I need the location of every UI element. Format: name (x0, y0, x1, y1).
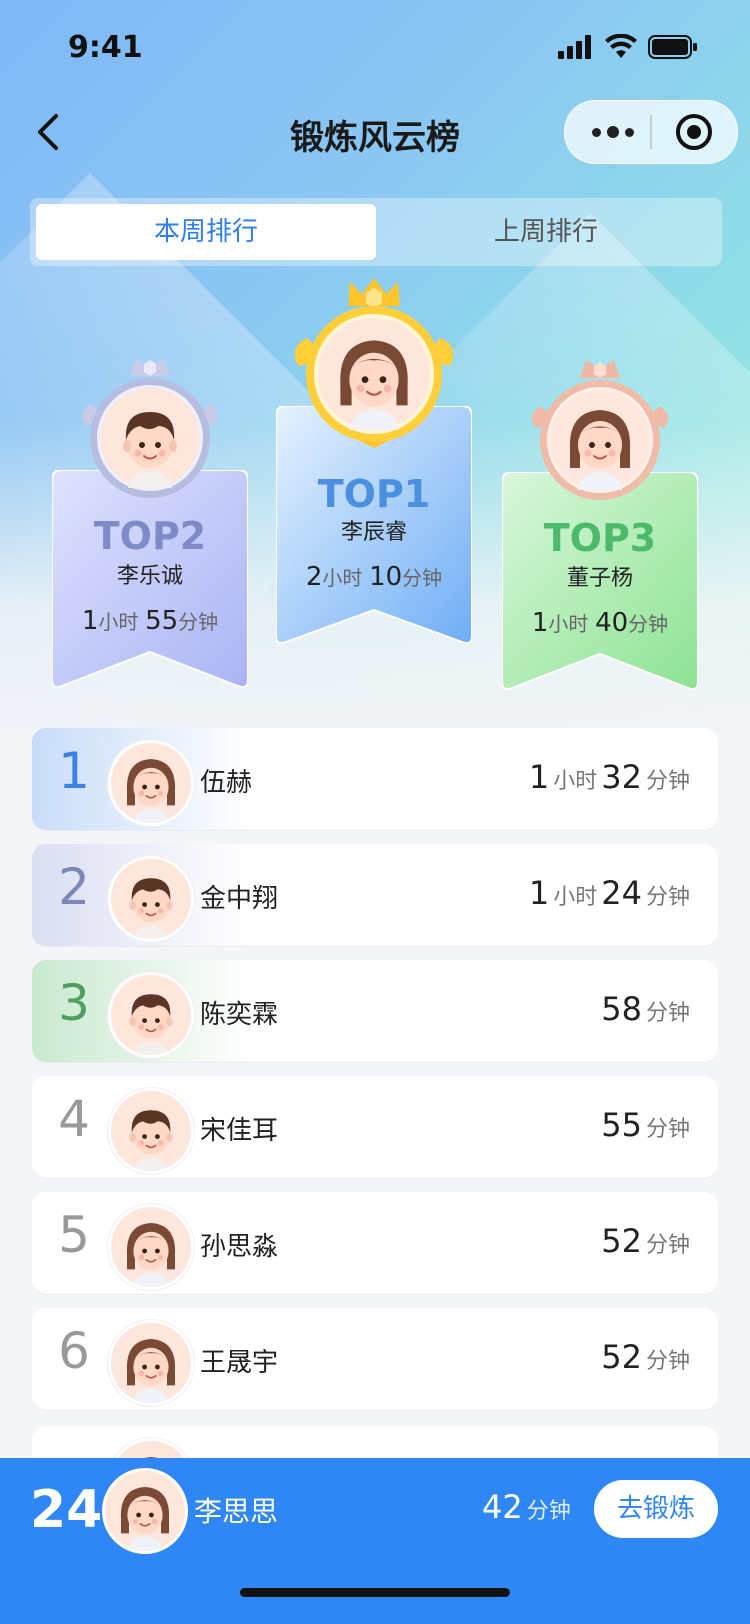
gold-medal-icon (294, 278, 454, 448)
user-name: 王晟宇 (200, 1348, 279, 1378)
top2-time: 1小时 55分钟 (81, 606, 219, 636)
close-target-icon[interactable] (675, 113, 713, 151)
table-row[interactable]: 4 宋佳耳 55 分钟 (32, 1076, 718, 1178)
my-rank-number: 24 (30, 1480, 103, 1540)
rank-number: 1 (58, 742, 90, 800)
signal-icon (558, 35, 591, 59)
user-name: 陈奕霖 (200, 1000, 279, 1030)
rank-number: 4 (58, 1090, 90, 1148)
rank-number: 2 (58, 858, 90, 916)
tab-this-week[interactable]: 本周排行 (36, 204, 376, 260)
status-time: 9:41 (68, 30, 143, 65)
rank-number: 3 (58, 974, 90, 1032)
avatar (108, 740, 194, 826)
exercise-time: 52 分钟 (601, 1338, 690, 1376)
status-icons (558, 34, 698, 60)
exercise-time: 55 分钟 (601, 1106, 690, 1144)
exercise-time: 58 分钟 (601, 990, 690, 1028)
top2-name: 李乐诚 (116, 564, 183, 589)
top3-name: 董子杨 (566, 566, 633, 591)
table-row[interactable]: 5 孙思淼 52 分钟 (32, 1192, 718, 1294)
avatar (108, 1088, 194, 1174)
top3-time: 1小时 40分钟 (531, 608, 669, 638)
ranking-tabs: 本周排行 上周排行 (30, 198, 722, 266)
go-exercise-button[interactable]: 去锻炼 (594, 1480, 718, 1538)
more-icon[interactable] (583, 111, 643, 153)
podium-top2[interactable]: TOP2 李乐诚 1小时 55分钟 (52, 358, 248, 700)
my-rank-bar: 24 李思思 42 分钟 去锻炼 (0, 1458, 750, 1624)
top1-name: 李辰睿 (340, 520, 407, 545)
podium-top3[interactable]: TOP3 董子杨 1小时 40分钟 (502, 360, 698, 702)
top1-time: 2小时 10分钟 (305, 562, 443, 592)
avatar (108, 1320, 194, 1406)
wifi-icon (605, 34, 637, 58)
exercise-time: 1 小时 32 分钟 (528, 758, 690, 796)
exercise-time: 52 分钟 (601, 1222, 690, 1260)
top2-label: TOP2 (93, 514, 207, 558)
top3-label: TOP3 (543, 516, 657, 560)
podium-top1[interactable]: TOP1 李辰睿 2小时 10分钟 (276, 278, 472, 666)
avatar (108, 1204, 194, 1290)
mini-program-capsule (564, 100, 738, 164)
home-indicator (240, 1588, 510, 1597)
user-name: 伍赫 (200, 768, 253, 798)
rank-number: 5 (58, 1206, 90, 1264)
user-name: 金中翔 (200, 884, 279, 914)
avatar (108, 972, 194, 1058)
tab-last-week[interactable]: 上周排行 (376, 204, 716, 260)
table-row[interactable]: 3 陈奕霖 58 分钟 (32, 960, 718, 1062)
user-name: 孙思淼 (200, 1232, 279, 1262)
table-row[interactable]: 1 伍赫 1 小时 32 分钟 (32, 728, 718, 830)
exercise-time: 1 小时 24 分钟 (528, 874, 690, 912)
user-name: 宋佳耳 (200, 1116, 279, 1146)
bronze-medal-icon (531, 360, 669, 500)
top1-label: TOP1 (317, 472, 431, 516)
rank-number: 6 (58, 1322, 90, 1380)
battery-icon (648, 35, 697, 59)
silver-medal-icon (81, 358, 219, 498)
my-avatar (102, 1468, 188, 1554)
table-row[interactable]: 2 金中翔 1 小时 24 分钟 (32, 844, 718, 946)
my-name: 李思思 (194, 1495, 279, 1528)
status-bar: 9:41 (0, 0, 750, 96)
capsule-divider (650, 115, 652, 149)
table-row[interactable]: 6 王晟宇 52 分钟 (32, 1308, 718, 1410)
my-time: 42 分钟 (482, 1488, 571, 1526)
avatar (108, 856, 194, 942)
